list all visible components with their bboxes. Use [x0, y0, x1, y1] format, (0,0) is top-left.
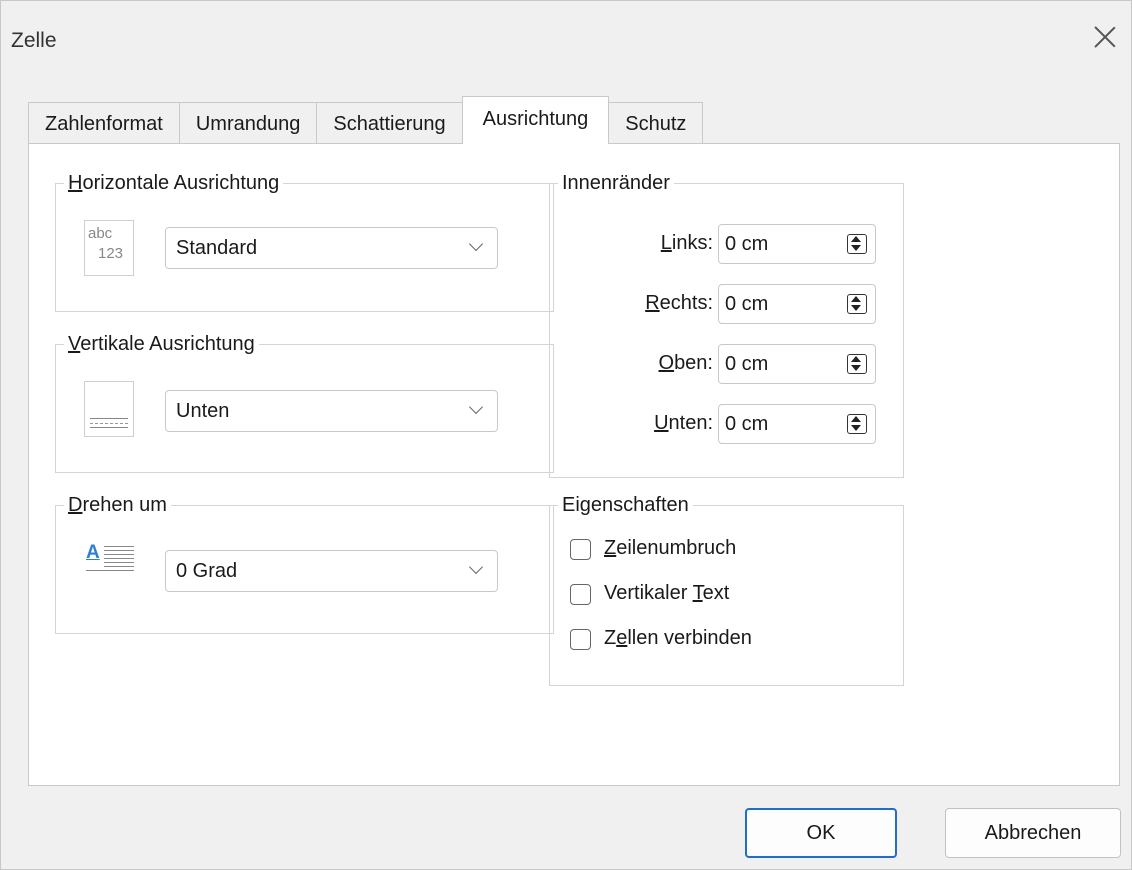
margin-top-value: 0 cm	[725, 353, 769, 375]
text-rotation-icon: A	[86, 542, 138, 576]
margin-bottom-label: Unten:	[654, 412, 713, 434]
tab-panel-ausrichtung: Horizontale Ausrichtung abc 123 Standard…	[28, 143, 1120, 786]
checkbox-box[interactable]	[570, 629, 591, 650]
margin-top-field[interactable]: 0 cm	[718, 344, 876, 384]
tab-bar: Zahlenformat Umrandung Schattierung Ausr…	[28, 96, 704, 144]
margin-top-row: Oben: 0 cm	[550, 344, 903, 384]
margins-legend: Innenränder	[558, 170, 674, 196]
merge-cells-label: Zellen verbinden	[604, 627, 752, 649]
horizontal-alignment-group: Horizontale Ausrichtung abc 123 Standard	[55, 170, 554, 312]
close-icon[interactable]	[1091, 23, 1119, 51]
spin-arrows-icon[interactable]	[847, 294, 867, 314]
rotation-icon-letter: A	[86, 542, 100, 563]
margin-bottom-row: Unten: 0 cm	[550, 404, 903, 444]
tab-schattierung[interactable]: Schattierung	[316, 102, 463, 144]
chevron-down-icon	[468, 399, 484, 415]
margin-left-value: 0 cm	[725, 233, 769, 255]
vertical-alignment-group: Vertikale Ausrichtung Unten	[55, 331, 554, 473]
tab-zahlenformat[interactable]: Zahlenformat	[28, 102, 180, 144]
checkbox-box[interactable]	[570, 584, 591, 605]
margin-left-row: Links: 0 cm	[550, 224, 903, 264]
rotation-icon-underline	[86, 570, 134, 571]
horizontal-alignment-select[interactable]: Standard	[165, 227, 498, 269]
horizontal-alignment-legend: Horizontale Ausrichtung	[64, 170, 284, 196]
tab-umrandung[interactable]: Umrandung	[178, 102, 318, 144]
margin-right-label: Rechts:	[645, 292, 713, 314]
properties-legend: Eigenschaften	[558, 492, 693, 518]
horizontal-alignment-value: Standard	[176, 237, 258, 259]
margin-right-value: 0 cm	[725, 293, 769, 315]
chevron-down-icon	[468, 559, 484, 575]
spin-arrows-icon[interactable]	[847, 234, 867, 254]
rotation-value: 0 Grad	[176, 560, 238, 582]
margin-bottom-field[interactable]: 0 cm	[718, 404, 876, 444]
vertical-text-label: Vertikaler Text	[604, 582, 730, 604]
tab-schutz[interactable]: Schutz	[608, 102, 704, 144]
horizontal-icon-bottom: 123	[98, 245, 124, 262]
margin-right-row: Rechts: 0 cm	[550, 284, 903, 324]
rotation-select[interactable]: 0 Grad	[165, 550, 498, 592]
vertical-alignment-select[interactable]: Unten	[165, 390, 498, 432]
margin-top-label: Oben:	[658, 352, 714, 374]
chevron-down-icon	[468, 236, 484, 252]
wrap-text-label: Zeilenumbruch	[604, 537, 737, 559]
rotation-legend: Drehen um	[64, 492, 171, 518]
horizontal-alignment-icon: abc 123	[84, 220, 134, 276]
properties-group: Eigenschaften Zeilenumbruch Vertikaler T…	[549, 492, 904, 686]
margins-group: Innenränder Links: 0 cm Rechts: 0 cm Obe…	[549, 170, 904, 478]
cancel-button[interactable]: Abbrechen	[945, 808, 1121, 858]
rotation-icon-lines	[104, 546, 134, 568]
margin-right-field[interactable]: 0 cm	[718, 284, 876, 324]
vertical-alignment-legend: Vertikale Ausrichtung	[64, 331, 259, 357]
vertical-alignment-icon	[84, 381, 134, 437]
checkbox-box[interactable]	[570, 539, 591, 560]
spin-arrows-icon[interactable]	[847, 354, 867, 374]
vertical-alignment-value: Unten	[176, 400, 230, 422]
bottom-lines-mid	[90, 423, 128, 424]
horizontal-icon-top: abc	[88, 225, 113, 242]
cell-format-dialog: Zelle Zahlenformat Umrandung Schattierun…	[0, 0, 1132, 870]
tab-ausrichtung[interactable]: Ausrichtung	[461, 96, 610, 144]
margin-left-label: Links:	[660, 232, 713, 254]
margin-left-field[interactable]: 0 cm	[718, 224, 876, 264]
title-bar: Zelle	[1, 1, 1131, 71]
ok-button[interactable]: OK	[745, 808, 897, 858]
spin-arrows-icon[interactable]	[847, 414, 867, 434]
rotation-group: Drehen um A 0 Grad	[55, 492, 554, 634]
margin-bottom-value: 0 cm	[725, 413, 769, 435]
dialog-title: Zelle	[11, 29, 57, 52]
